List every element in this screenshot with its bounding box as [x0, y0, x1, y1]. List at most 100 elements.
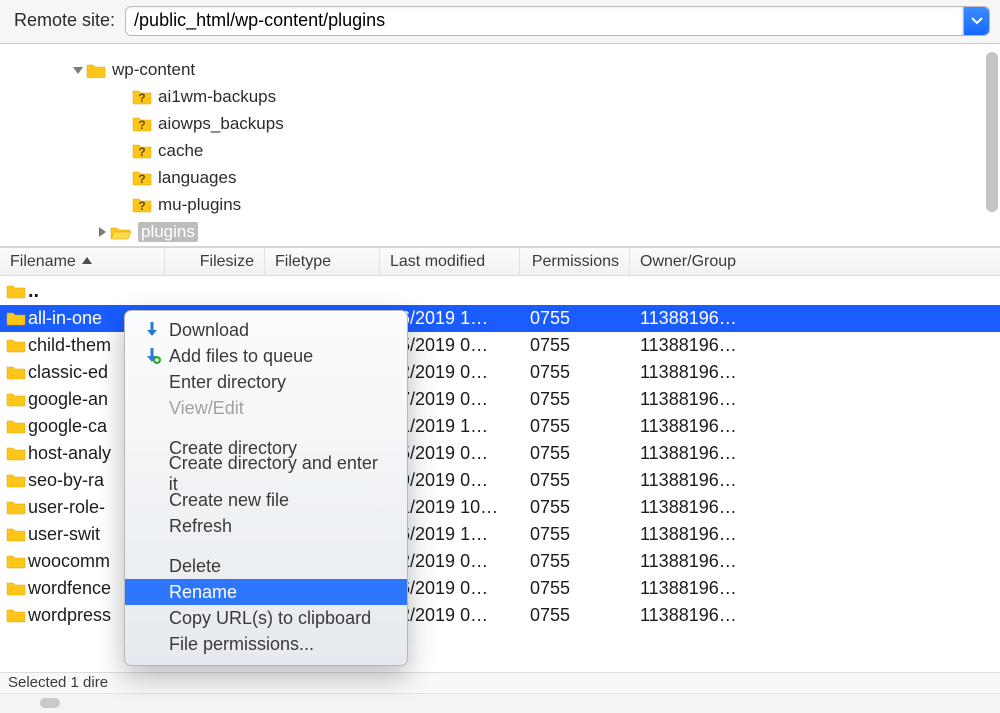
menu-item[interactable]: Download — [125, 317, 407, 343]
chevron-down-icon — [971, 17, 983, 25]
menu-item[interactable]: Refresh — [125, 513, 407, 539]
folder-icon — [6, 284, 26, 299]
file-owner: 11388196… — [630, 524, 830, 545]
folder-icon — [6, 311, 26, 326]
file-permissions: 0755 — [520, 524, 630, 545]
menu-item[interactable]: Copy URL(s) to clipboard — [125, 605, 407, 631]
menu-item[interactable]: Create directory and enter it — [125, 461, 407, 487]
menu-item-label: Create new file — [169, 490, 289, 511]
menu-item-label: Add files to queue — [169, 346, 313, 367]
tree-item-label: wp-content — [112, 60, 195, 80]
folder-open-icon — [110, 224, 132, 240]
file-owner: 11388196… — [630, 308, 830, 329]
svg-text:?: ? — [138, 199, 145, 213]
menu-separator — [125, 539, 407, 553]
column-owner-group[interactable]: Owner/Group — [630, 248, 830, 275]
menu-item[interactable]: Delete — [125, 553, 407, 579]
parent-dir-row[interactable]: .. — [0, 278, 1000, 305]
folder-icon — [6, 608, 26, 623]
menu-item-label: View/Edit — [169, 398, 244, 419]
menu-item[interactable]: Rename — [125, 579, 407, 605]
tree-item-label: cache — [158, 141, 203, 161]
file-permissions: 0755 — [520, 578, 630, 599]
column-last-modified[interactable]: Last modified — [380, 248, 520, 275]
tree-item[interactable]: ? mu-plugins — [8, 191, 992, 218]
file-owner: 11388196… — [630, 362, 830, 383]
menu-separator — [125, 421, 407, 435]
file-owner: 11388196… — [630, 551, 830, 572]
svg-text:?: ? — [138, 172, 145, 186]
column-filename[interactable]: Filename — [0, 248, 165, 275]
menu-item-label: Delete — [169, 556, 221, 577]
folder-icon — [6, 581, 26, 596]
file-permissions: 0755 — [520, 335, 630, 356]
folder-icon — [6, 419, 26, 434]
folder-icon — [6, 554, 26, 569]
file-owner: 11388196… — [630, 335, 830, 356]
file-permissions: 0755 — [520, 605, 630, 626]
column-filesize-label: Filesize — [200, 253, 254, 271]
file-owner: 11388196… — [630, 443, 830, 464]
column-filesize[interactable]: Filesize — [165, 248, 265, 275]
tree-item-label: mu-plugins — [158, 195, 241, 215]
file-name: .. — [28, 280, 165, 303]
svg-text:?: ? — [138, 145, 145, 159]
horizontal-scrollbar-thumb[interactable] — [40, 698, 60, 708]
file-permissions: 0755 — [520, 308, 630, 329]
column-filename-label: Filename — [10, 253, 76, 271]
disclosure-collapsed-icon[interactable] — [97, 227, 107, 237]
menu-item-label: Copy URL(s) to clipboard — [169, 608, 371, 629]
menu-item-label: File permissions... — [169, 634, 314, 655]
menu-item[interactable]: Add files to queue — [125, 343, 407, 369]
tree-item[interactable]: ? cache — [8, 137, 992, 164]
tree-scrollbar[interactable] — [986, 52, 998, 230]
menu-item-label: Refresh — [169, 516, 232, 537]
column-filetype[interactable]: Filetype — [265, 248, 380, 275]
menu-item[interactable]: Enter directory — [125, 369, 407, 395]
menu-item-label: Rename — [169, 582, 237, 603]
file-permissions: 0755 — [520, 389, 630, 410]
directory-tree-pane[interactable]: wp-content? ai1wm-backups ?aiowps_backups?… — [0, 44, 1000, 248]
folder-icon — [6, 446, 26, 461]
menu-item[interactable]: File permissions... — [125, 631, 407, 657]
remote-site-dropdown-button[interactable] — [963, 7, 989, 35]
folder-unknown-icon: ? — [132, 88, 152, 106]
menu-item-label: Download — [169, 320, 249, 341]
remote-site-bar: Remote site: — [0, 0, 1000, 44]
column-filetype-label: Filetype — [275, 253, 331, 271]
remote-site-input[interactable] — [126, 7, 963, 35]
folder-icon — [6, 392, 26, 407]
file-list-header: Filename Filesize Filetype Last modified… — [0, 248, 1000, 276]
column-last-modified-label: Last modified — [390, 253, 485, 271]
tree-item[interactable]: ?aiowps_backups — [8, 110, 992, 137]
tree-item-label: plugins — [138, 222, 198, 242]
file-owner: 11388196… — [630, 578, 830, 599]
tree-item[interactable]: ? ai1wm-backups — [8, 83, 992, 110]
file-permissions: 0755 — [520, 470, 630, 491]
folder-icon — [6, 500, 26, 515]
horizontal-scrollbar[interactable] — [0, 693, 1000, 713]
tree-item[interactable]: plugins — [8, 218, 992, 245]
tree-item-label: ai1wm-backups — [158, 87, 276, 107]
file-owner: 11388196… — [630, 605, 830, 626]
file-owner: 11388196… — [630, 470, 830, 491]
remote-site-label: Remote site: — [14, 10, 115, 31]
folder-unknown-icon: ? — [132, 169, 152, 187]
svg-text:?: ? — [138, 118, 145, 132]
remote-site-combo[interactable] — [125, 6, 990, 36]
column-owner-group-label: Owner/Group — [640, 253, 736, 271]
sort-ascending-icon — [82, 257, 92, 264]
download-queue-icon — [143, 347, 161, 365]
tree-item[interactable]: ?languages — [8, 164, 992, 191]
tree-scrollbar-thumb[interactable] — [986, 52, 998, 212]
folder-icon — [6, 338, 26, 353]
context-menu: Download Add files to queueEnter director… — [124, 310, 408, 666]
file-permissions: 0755 — [520, 416, 630, 437]
file-owner: 11388196… — [630, 416, 830, 437]
file-permissions: 0755 — [520, 551, 630, 572]
disclosure-expanded-icon[interactable] — [73, 65, 83, 75]
column-permissions[interactable]: Permissions — [520, 248, 630, 275]
file-permissions: 0755 — [520, 443, 630, 464]
tree-item[interactable]: wp-content — [8, 56, 992, 83]
folder-icon — [6, 473, 26, 488]
